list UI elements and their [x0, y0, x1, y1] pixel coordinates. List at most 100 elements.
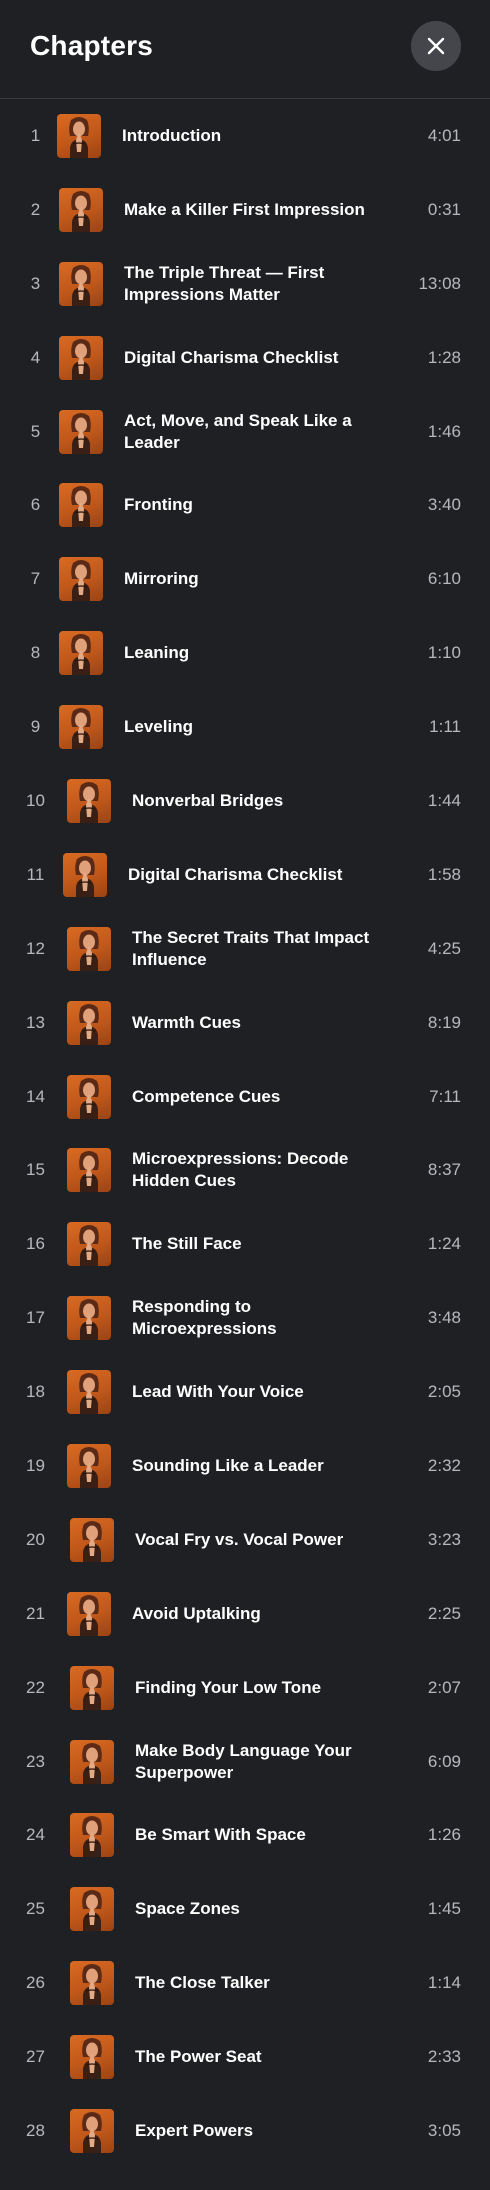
- chapter-row[interactable]: 26 The Close Talker 1:14: [0, 1946, 490, 2020]
- chapter-row[interactable]: 3 The Triple Threat — First Impressions M…: [0, 247, 490, 321]
- chapter-row[interactable]: 5 Act, Move, and Speak Like a Leader 1:46: [0, 395, 490, 469]
- chapter-number: 6: [30, 495, 41, 515]
- chapter-row[interactable]: 16 The Still Face 1:24: [0, 1207, 490, 1281]
- chapter-row[interactable]: 12 The Secret Traits That Impact Influenc…: [0, 912, 490, 986]
- chapter-title: Sounding Like a Leader: [132, 1429, 392, 1503]
- chapter-row[interactable]: 27 The Power Seat 2:33: [0, 2020, 490, 2094]
- chapter-number: 7: [30, 569, 41, 589]
- chapter-title: Expert Powers: [135, 2094, 395, 2168]
- chapter-row[interactable]: 8 Leaning 1:10: [0, 616, 490, 690]
- chapter-title-text: Make a Killer First Impression: [124, 199, 365, 219]
- chapter-thumbnail: [63, 852, 107, 897]
- chapter-duration: 6:10: [427, 569, 461, 589]
- chapter-title-text: Space Zones: [135, 1899, 240, 1919]
- chapter-duration: 2:07: [427, 1677, 461, 1697]
- chapter-row[interactable]: 18 Lead With Your Voice 2:05: [0, 1355, 490, 1429]
- chapter-number: 9: [30, 717, 41, 737]
- chapter-title: Responding to Microexpressions: [132, 1281, 392, 1355]
- chapter-thumbnail: [57, 113, 101, 158]
- chapter-thumbnail: [59, 483, 103, 528]
- chapter-title-text: Warmth Cues: [132, 1012, 241, 1032]
- chapter-title-text: Sounding Like a Leader: [132, 1455, 324, 1475]
- chapter-title-text: Nonverbal Bridges: [132, 790, 284, 810]
- chapter-thumbnail: [67, 1591, 111, 1636]
- chapter-row[interactable]: 13 Warmth Cues 8:19: [0, 986, 490, 1060]
- chapter-title-text: Avoid Uptalking: [132, 1603, 261, 1623]
- chapter-number: 5: [30, 421, 41, 441]
- chapter-thumbnail: [67, 1074, 111, 1119]
- chapter-duration: 2:05: [427, 1382, 461, 1402]
- chapter-row[interactable]: 20 Vocal Fry vs. Vocal Power 3:23: [0, 1503, 490, 1577]
- chapter-number: 13: [26, 1012, 45, 1032]
- chapter-thumbnail: [59, 705, 103, 750]
- chapter-duration: 1:28: [427, 347, 461, 367]
- chapter-thumbnail: [70, 2035, 114, 2080]
- chapter-row[interactable]: 2 Make a Killer First Impression 0:31: [0, 173, 490, 247]
- chapter-row[interactable]: 9 Leveling 1:11: [0, 690, 490, 764]
- chapter-title-text: Be Smart With Space: [135, 1825, 306, 1845]
- chapter-title: Mirroring: [124, 542, 384, 616]
- chapter-row[interactable]: 24 Be Smart With Space 1:26: [0, 1798, 490, 1872]
- chapter-thumbnail: [59, 261, 103, 306]
- chapter-number: 17: [26, 1308, 45, 1328]
- chapter-duration: 3:23: [427, 1529, 461, 1549]
- chapter-title: Fronting: [124, 468, 384, 542]
- chapter-title-text: Expert Powers: [135, 2120, 254, 2140]
- chapter-row[interactable]: 25 Space Zones 1:45: [0, 1872, 490, 1946]
- chapter-thumbnail: [67, 1296, 111, 1341]
- chapter-row[interactable]: 14 Competence Cues 7:11: [0, 1060, 490, 1134]
- chapter-duration: 8:37: [427, 1160, 461, 1180]
- chapter-number: 19: [26, 1455, 45, 1475]
- chapter-number: 18: [26, 1382, 45, 1402]
- chapter-number: 16: [26, 1234, 45, 1254]
- chapter-thumbnail: [70, 1739, 114, 1784]
- chapter-row[interactable]: 4 Digital Charisma Checklist 1:28: [0, 321, 490, 395]
- chapter-thumbnail: [70, 1961, 114, 2006]
- chapter-row[interactable]: 7 Mirroring 6:10: [0, 542, 490, 616]
- chapter-row[interactable]: 23 Make Body Language Your Superpower 6:09: [0, 1725, 490, 1799]
- chapter-thumbnail: [67, 778, 111, 823]
- chapter-thumbnail: [67, 1222, 111, 1267]
- chapter-duration: 1:44: [427, 790, 461, 810]
- chapter-row[interactable]: 10 Nonverbal Bridges 1:44: [0, 764, 490, 838]
- chapter-row[interactable]: 21 Avoid Uptalking 2:25: [0, 1577, 490, 1651]
- chapter-row[interactable]: 6 Fronting 3:40: [0, 468, 490, 542]
- chapter-title: Make a Killer First Impression: [124, 173, 384, 247]
- chapter-title: Nonverbal Bridges: [132, 764, 392, 838]
- chapter-duration: 4:01: [427, 125, 461, 145]
- chapter-duration: 3:40: [427, 495, 461, 515]
- chapter-row[interactable]: 11 Digital Charisma Checklist 1:58: [0, 838, 490, 912]
- chapter-row[interactable]: 22 Finding Your Low Tone 2:07: [0, 1651, 490, 1725]
- chapter-title-text: Responding to Microexpressions: [132, 1297, 277, 1339]
- chapter-title: Leveling: [124, 690, 384, 764]
- chapter-number: 28: [26, 2120, 45, 2140]
- chapter-duration: 1:46: [427, 421, 461, 441]
- chapter-number: 1: [30, 125, 41, 145]
- chapter-title-text: Vocal Fry vs. Vocal Power: [135, 1529, 344, 1549]
- chapter-thumbnail: [59, 409, 103, 454]
- chapter-number: 20: [26, 1529, 45, 1549]
- chapter-row[interactable]: 17 Responding to Microexpressions 3:48: [0, 1281, 490, 1355]
- chapter-duration: 1:10: [427, 643, 461, 663]
- chapter-title: The Still Face: [132, 1207, 392, 1281]
- chapter-number: 14: [26, 1086, 45, 1106]
- chapter-row[interactable]: 15 Microexpressions: Decode Hidden Cues 8:…: [0, 1133, 490, 1207]
- close-icon: [427, 37, 445, 55]
- chapter-thumbnail: [67, 1148, 111, 1193]
- chapter-row[interactable]: 1 Introduction 4:01: [0, 99, 490, 173]
- chapter-title: Warmth Cues: [132, 986, 392, 1060]
- chapter-thumbnail: [70, 1813, 114, 1858]
- chapter-row[interactable]: 19 Sounding Like a Leader 2:32: [0, 1429, 490, 1503]
- chapter-title: Introduction: [122, 99, 382, 173]
- chapter-row[interactable]: 28 Expert Powers 3:05: [0, 2094, 490, 2168]
- chapter-title-text: Competence Cues: [132, 1086, 281, 1106]
- close-button[interactable]: [411, 21, 461, 71]
- chapter-number: 15: [26, 1160, 45, 1180]
- chapter-title-text: Act, Move, and Speak Like a Leader: [124, 410, 352, 452]
- chapter-thumbnail: [59, 187, 103, 232]
- chapter-title-text: Finding Your Low Tone: [135, 1677, 322, 1697]
- chapter-duration: 1:11: [429, 717, 461, 737]
- chapter-duration: 1:58: [427, 864, 461, 884]
- chapter-title: Leaning: [124, 616, 384, 690]
- chapter-number: 22: [26, 1677, 45, 1697]
